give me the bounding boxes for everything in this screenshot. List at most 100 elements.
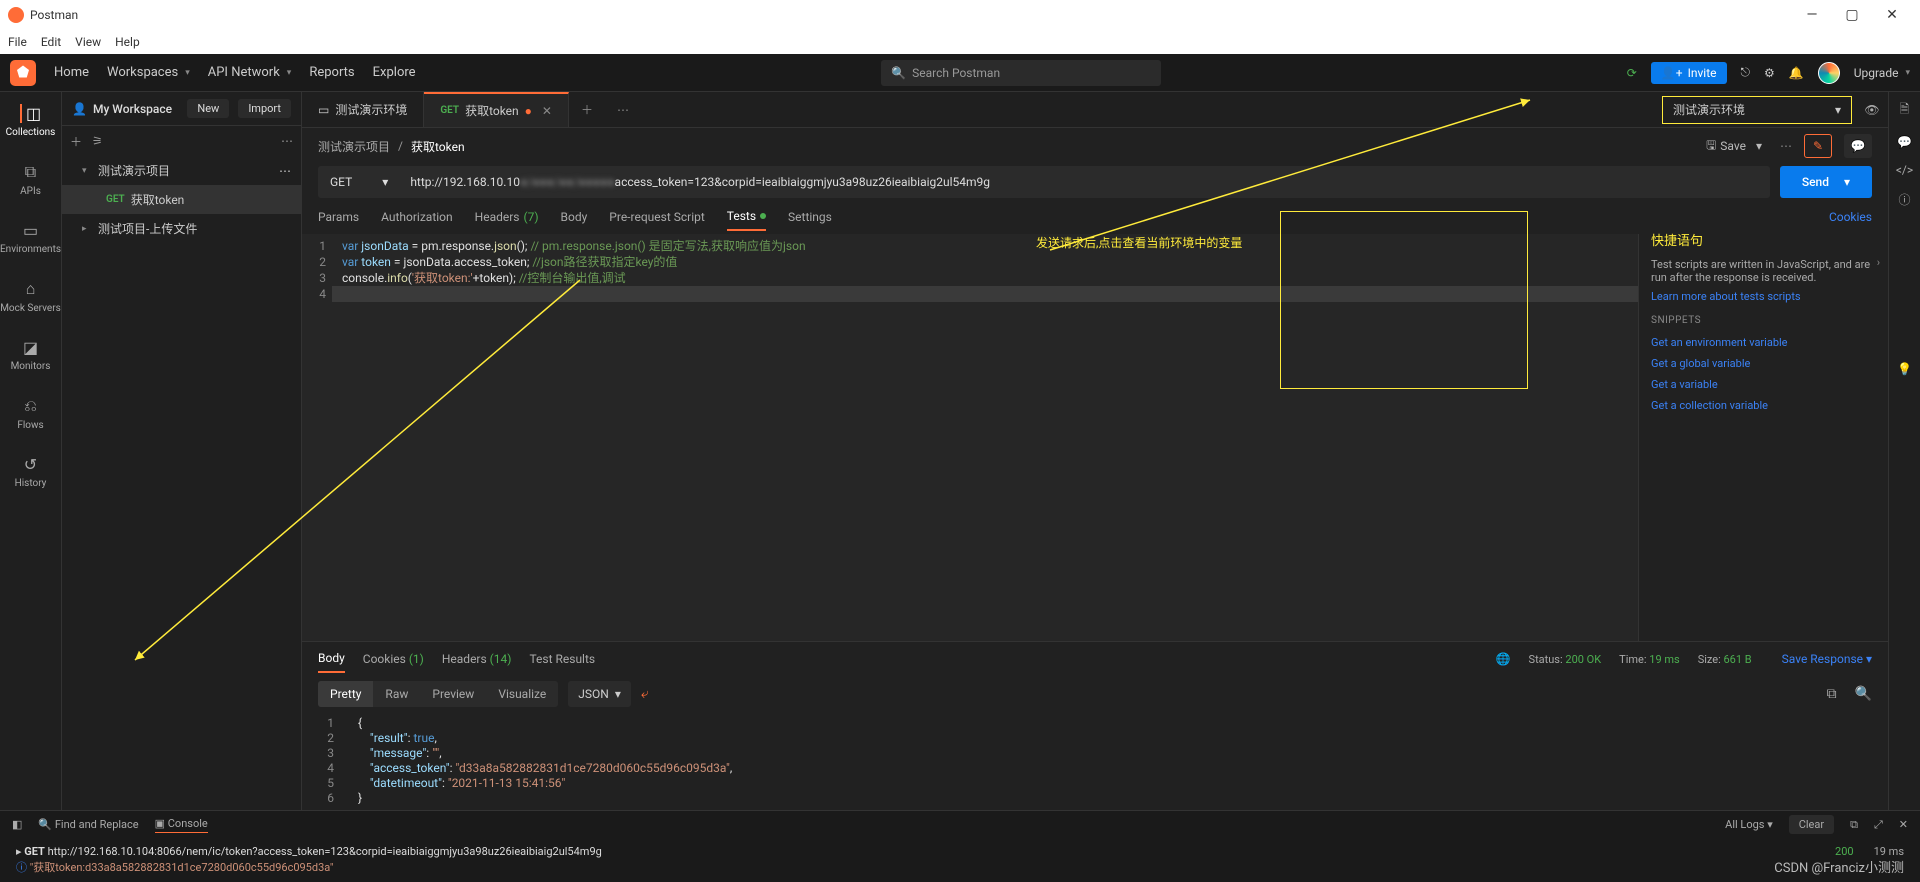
- more-icon[interactable]: ⋯: [279, 164, 291, 178]
- tree-folder[interactable]: ▾ 测试演示项目 ⋯: [62, 156, 301, 185]
- nav-mock-servers[interactable]: ⌂Mock Servers: [0, 275, 61, 318]
- comment-icon[interactable]: 💬: [1844, 134, 1872, 158]
- menu-file[interactable]: File: [8, 35, 27, 49]
- nav-workspaces[interactable]: Workspaces: [107, 65, 190, 80]
- close-tab-icon[interactable]: ✕: [542, 104, 552, 118]
- notifications-icon[interactable]: 🔔: [1789, 66, 1804, 80]
- cookies-link[interactable]: Cookies: [1829, 210, 1872, 224]
- nav-environments[interactable]: ▭Environments: [0, 217, 61, 259]
- save-response-button[interactable]: Save Response ▾: [1782, 652, 1872, 666]
- invite-button[interactable]: 👤+Invite: [1651, 62, 1727, 84]
- snippet-item[interactable]: Get an environment variable: [1651, 332, 1876, 353]
- nav-monitors[interactable]: ◪Monitors: [0, 334, 61, 376]
- view-pretty[interactable]: Pretty: [318, 681, 373, 707]
- tab-body[interactable]: Body: [561, 210, 588, 224]
- filter-icon[interactable]: ⚞: [92, 134, 103, 148]
- avatar[interactable]: [1818, 62, 1840, 84]
- environment-selector[interactable]: 测试演示环境 ▾: [1662, 96, 1852, 124]
- resp-tab-cookies[interactable]: Cookies (1): [363, 652, 424, 666]
- tree-request[interactable]: GET 获取token: [62, 185, 301, 214]
- comments-icon[interactable]: 💬: [1897, 135, 1912, 149]
- tree-folder[interactable]: ▸ 测试项目-上传文件: [62, 214, 301, 243]
- nav-api-network[interactable]: API Network: [208, 65, 292, 80]
- runner-icon[interactable]: [10, 60, 36, 86]
- more-icon[interactable]: ⋯: [1780, 139, 1792, 153]
- clear-button[interactable]: Clear: [1789, 815, 1834, 834]
- tab-tests[interactable]: Tests: [727, 209, 766, 231]
- breadcrumb-parent[interactable]: 测试演示项目: [318, 138, 390, 155]
- globe-icon[interactable]: 🌐: [1496, 652, 1511, 666]
- snippet-item[interactable]: Get a variable: [1651, 374, 1876, 395]
- method-badge: GET: [440, 105, 459, 116]
- tab-prerequest[interactable]: Pre-request Script: [609, 210, 704, 224]
- menu-view[interactable]: View: [75, 35, 101, 49]
- learn-more-link[interactable]: Learn more about tests scripts: [1651, 290, 1876, 303]
- tab-headers[interactable]: Headers (7): [475, 210, 539, 224]
- find-replace-button[interactable]: 🔍 Find and Replace: [38, 818, 138, 831]
- send-button[interactable]: Send▾: [1780, 166, 1872, 198]
- format-select[interactable]: JSON▾: [568, 681, 631, 707]
- capture-icon[interactable]: ⎋: [1741, 65, 1751, 80]
- copy-icon[interactable]: ⧉: [1827, 686, 1837, 702]
- menu-edit[interactable]: Edit: [41, 35, 61, 49]
- console-request-line[interactable]: ▸ GET http://192.168.10.104:8066/nem/ic/…: [16, 844, 1904, 860]
- copy-icon[interactable]: ⧉: [1850, 818, 1858, 832]
- tab-params[interactable]: Params: [318, 210, 359, 224]
- new-button[interactable]: New: [187, 99, 229, 118]
- tabbar: ▭ 测试演示环境 GET 获取token ● ✕ ＋ ⋯ 测试演示环境 ▾ 👁: [302, 92, 1888, 128]
- save-button[interactable]: 🖫Save▾: [1706, 136, 1762, 157]
- environment-preview-icon[interactable]: 👁: [1856, 103, 1888, 117]
- docs-icon[interactable]: 🗎: [1900, 100, 1910, 121]
- info-icon[interactable]: ⓘ: [1898, 191, 1910, 208]
- console-button[interactable]: ▣ Console: [155, 817, 208, 833]
- idea-icon[interactable]: 💡: [1897, 362, 1912, 376]
- sidebar-toggle-icon[interactable]: ◧: [12, 818, 22, 831]
- search-input[interactable]: 🔍 Search Postman: [881, 60, 1161, 86]
- close-button[interactable]: ✕: [1872, 7, 1912, 23]
- close-console-icon[interactable]: ✕: [1899, 818, 1908, 831]
- method-select[interactable]: GET▾: [318, 166, 400, 198]
- upgrade-button[interactable]: Upgrade: [1854, 66, 1910, 80]
- edit-icon[interactable]: ✎: [1804, 134, 1832, 158]
- new-tab-button[interactable]: ＋: [569, 101, 605, 118]
- tab-settings[interactable]: Settings: [788, 210, 832, 224]
- snippet-item[interactable]: Get a collection variable: [1651, 395, 1876, 416]
- wrap-icon[interactable]: ⤶: [641, 686, 649, 702]
- nav-history[interactable]: ↺History: [0, 451, 61, 493]
- response-body[interactable]: 123456 { "result": true, "message": "", …: [302, 712, 1888, 810]
- maximize-button[interactable]: ▢: [1832, 7, 1872, 23]
- resp-tab-tests[interactable]: Test Results: [529, 652, 595, 666]
- nav-reports[interactable]: Reports: [309, 65, 354, 80]
- resp-tab-headers[interactable]: Headers (14): [442, 652, 512, 666]
- view-visualize[interactable]: Visualize: [486, 681, 558, 707]
- snippet-item[interactable]: Get a global variable: [1651, 353, 1876, 374]
- sync-icon[interactable]: ⟳: [1627, 66, 1637, 80]
- resp-tab-body[interactable]: Body: [318, 651, 345, 673]
- workspace-name[interactable]: My Workspace: [93, 102, 178, 116]
- nav-collections[interactable]: ◫Collections: [0, 100, 61, 142]
- code-icon[interactable]: </>: [1896, 163, 1913, 177]
- settings-icon[interactable]: ⚙: [1764, 66, 1775, 80]
- tab-request[interactable]: GET 获取token ● ✕: [424, 92, 569, 127]
- tab-auth[interactable]: Authorization: [381, 210, 453, 224]
- tab-environment[interactable]: ▭ 测试演示环境: [302, 92, 424, 127]
- minimize-button[interactable]: —: [1792, 7, 1832, 23]
- menu-help[interactable]: Help: [115, 35, 140, 49]
- tests-editor[interactable]: 1234 var jsonData = pm.response.json(); …: [302, 234, 1638, 641]
- view-raw[interactable]: Raw: [373, 681, 420, 707]
- url-input[interactable]: http://192.168.10.10●/●●●/●●/●●●●●access…: [400, 166, 1770, 198]
- chevron-right-icon[interactable]: ›: [1877, 256, 1880, 269]
- popout-icon[interactable]: ⤢: [1874, 818, 1883, 832]
- logs-filter[interactable]: All Logs ▾: [1725, 818, 1773, 831]
- view-preview[interactable]: Preview: [420, 681, 486, 707]
- more-icon[interactable]: ⋯: [281, 134, 293, 148]
- nav-explore[interactable]: Explore: [373, 65, 416, 80]
- tab-overflow-button[interactable]: ⋯: [605, 103, 641, 117]
- search-icon[interactable]: 🔍: [1855, 686, 1872, 702]
- history-icon: ↺: [24, 455, 37, 474]
- nav-flows[interactable]: ⎌Flows: [0, 392, 61, 435]
- import-button[interactable]: Import: [238, 99, 291, 118]
- nav-home[interactable]: Home: [54, 65, 89, 80]
- add-icon[interactable]: ＋: [70, 133, 82, 150]
- nav-apis[interactable]: ⧉APIs: [0, 158, 61, 201]
